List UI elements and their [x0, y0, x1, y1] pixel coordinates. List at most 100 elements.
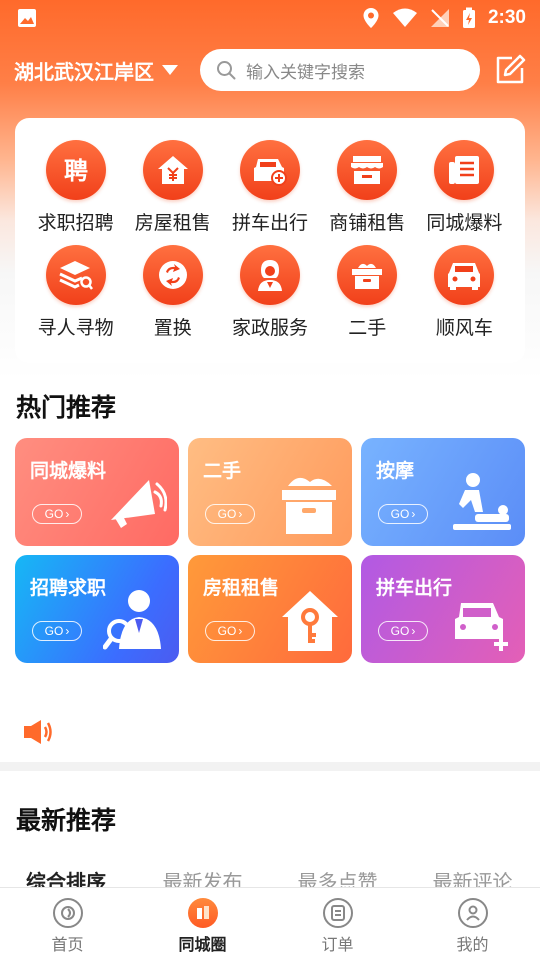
edit-icon: [496, 54, 526, 84]
category-item[interactable]: 房屋租售: [124, 140, 221, 235]
wifi-icon: [392, 8, 417, 27]
search-input[interactable]: 输入关键字搜索: [200, 49, 480, 91]
hot-grid: 同城爆料 GO › 二手 GO › 按摩 GO › 招聘求职 GO › 房租租售 GO ›…: [15, 438, 525, 663]
location-selector[interactable]: 湖北武汉江岸区: [14, 56, 200, 85]
hot-card-title: 招聘求职: [30, 578, 107, 599]
chevron-right-icon: ›: [411, 507, 416, 521]
box-icon: [337, 245, 398, 305]
category-item[interactable]: 二手: [319, 245, 416, 340]
search-placeholder: 输入关键字搜索: [246, 62, 365, 82]
go-button[interactable]: GO ›: [378, 621, 428, 641]
category-item[interactable]: 同城爆料: [416, 140, 513, 235]
category-item[interactable]: 家政服务: [221, 245, 318, 340]
caret-down-icon: [162, 65, 178, 75]
status-time: 2:30: [487, 7, 526, 28]
nav-orders[interactable]: 订单: [270, 888, 405, 960]
tab-newest[interactable]: 最新发布: [135, 866, 270, 888]
section-divider: [0, 762, 540, 771]
hot-section-title: 热门推荐: [16, 394, 117, 422]
hot-card-secondhand[interactable]: 二手 GO ›: [188, 438, 352, 546]
category-label: 求职招聘: [37, 213, 114, 234]
category-item[interactable]: 拼车出行: [221, 140, 318, 235]
nav-label: 我的: [456, 937, 489, 954]
category-label: 商铺租售: [329, 213, 406, 234]
top-bar: 湖北武汉江岸区 输入关键字搜索: [0, 46, 540, 94]
hot-card-title: 同城爆料: [30, 461, 107, 482]
order-icon: [322, 898, 353, 928]
go-label: GO: [44, 507, 64, 521]
nav-profile[interactable]: 我的: [405, 888, 540, 960]
hot-card-rent[interactable]: 房租租售 GO ›: [188, 555, 352, 663]
category-card: 聘求职招聘 房屋租售 拼车出行 商铺租售 同城爆料寻人寻物 置换 家政服务 二手 顺风车: [15, 118, 525, 363]
battery-charging-icon: [462, 7, 475, 28]
nav-home[interactable]: 首页: [0, 888, 135, 960]
exchange-icon: [142, 245, 203, 305]
home-icon: [52, 898, 83, 928]
location-status-icon: [363, 8, 379, 28]
chevron-right-icon: ›: [238, 507, 243, 521]
latest-section-title: 最新推荐: [16, 807, 117, 835]
massage-icon: [453, 473, 511, 530]
hot-card-title: 二手: [203, 461, 242, 482]
go-button[interactable]: GO ›: [205, 621, 255, 641]
go-button[interactable]: GO ›: [32, 504, 82, 524]
house-yuan-icon: [142, 140, 203, 200]
svg-text:聘: 聘: [64, 157, 88, 185]
news-icon: [434, 140, 495, 200]
hot-card-massage[interactable]: 按摩 GO ›: [361, 438, 525, 546]
go-button[interactable]: GO ›: [32, 621, 82, 641]
nav-label: 首页: [51, 937, 84, 954]
megaphone-icon: [111, 480, 167, 528]
recruiter-icon: [103, 590, 161, 650]
hot-card-title: 拼车出行: [376, 578, 453, 599]
status-bar: 2:30: [0, 0, 540, 36]
category-label: 家政服务: [231, 318, 308, 339]
hot-card-title: 房租租售: [203, 578, 280, 599]
category-label: 寻人寻物: [37, 318, 114, 339]
category-label: 二手: [348, 318, 387, 339]
car-add-icon: [239, 140, 300, 200]
chevron-right-icon: ›: [238, 624, 243, 638]
house-key-icon: [282, 591, 338, 651]
car-front-icon: [434, 245, 495, 305]
category-item[interactable]: 寻人寻物: [27, 245, 124, 340]
go-button[interactable]: GO ›: [378, 504, 428, 524]
category-label: 同城爆料: [426, 213, 503, 234]
hot-card-news[interactable]: 同城爆料 GO ›: [15, 438, 179, 546]
chevron-right-icon: ›: [411, 624, 416, 638]
nav-label: 同城圈: [178, 937, 227, 954]
go-label: GO: [390, 624, 410, 638]
category-label: 房屋租售: [134, 213, 211, 234]
category-label: 拼车出行: [231, 213, 308, 234]
go-label: GO: [44, 624, 64, 638]
hot-card-recruit[interactable]: 招聘求职 GO ›: [15, 555, 179, 663]
no-signal-icon: [430, 9, 449, 27]
sort-tabs: 综合排序 最新发布 最多点赞 最新评论: [0, 866, 540, 888]
tab-comprehensive[interactable]: 综合排序: [0, 866, 135, 888]
go-button[interactable]: GO ›: [205, 504, 255, 524]
car-plus-icon: [455, 603, 508, 651]
tab-latest-comment[interactable]: 最新评论: [405, 866, 540, 888]
category-item[interactable]: 顺风车: [416, 245, 513, 340]
tab-most-liked[interactable]: 最多点赞: [270, 866, 405, 888]
layers-search-icon: [45, 245, 106, 305]
category-item[interactable]: 置换: [124, 245, 221, 340]
notice-bar[interactable]: [22, 718, 54, 751]
category-label: 置换: [153, 318, 192, 339]
go-label: GO: [217, 624, 237, 638]
category-item[interactable]: 聘求职招聘: [27, 140, 124, 235]
hot-card-carpool[interactable]: 拼车出行 GO ›: [361, 555, 525, 663]
nav-label: 订单: [321, 937, 354, 954]
go-label: GO: [390, 507, 410, 521]
location-label: 湖北武汉江岸区: [14, 61, 154, 84]
category-label: 顺风车: [435, 318, 493, 339]
image-notification-icon: [18, 9, 36, 27]
hot-card-title: 按摩: [376, 461, 415, 482]
chevron-right-icon: ›: [65, 624, 70, 638]
edit-button[interactable]: [494, 54, 526, 86]
city-circle-icon: [187, 898, 218, 928]
nav-city-circle[interactable]: 同城圈: [135, 888, 270, 960]
hire-icon: 聘: [45, 140, 106, 200]
category-grid: 聘求职招聘 房屋租售 拼车出行 商铺租售 同城爆料寻人寻物 置换 家政服务 二手 顺风车: [15, 118, 525, 340]
category-item[interactable]: 商铺租售: [319, 140, 416, 235]
